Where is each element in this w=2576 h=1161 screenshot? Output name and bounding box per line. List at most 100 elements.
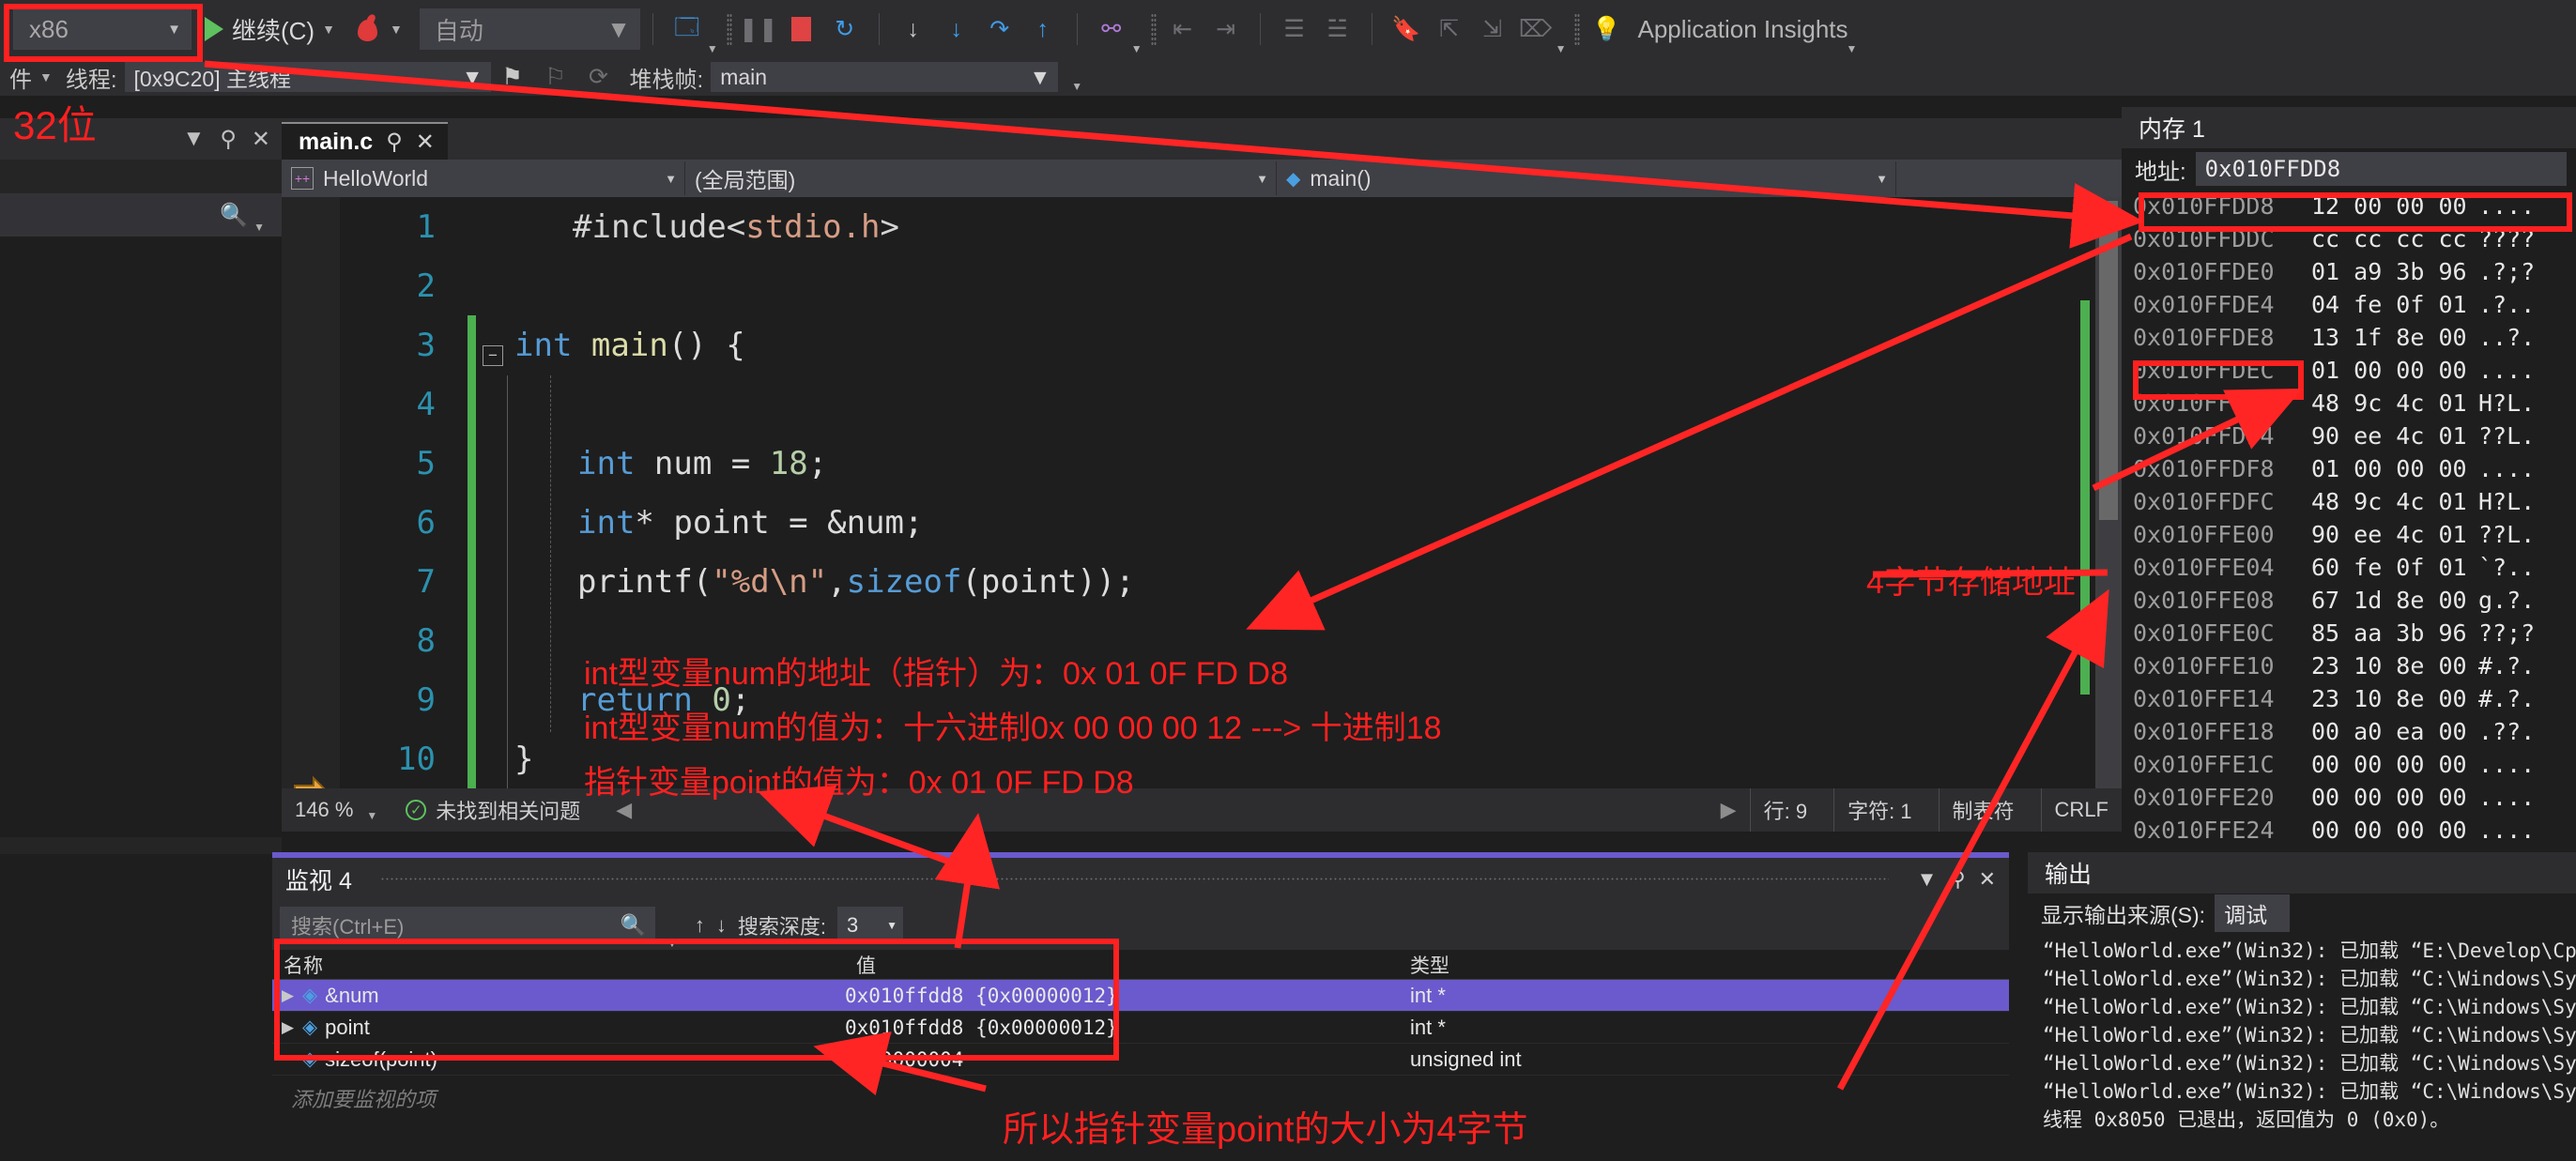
toolbar-drag-handle[interactable]	[726, 13, 732, 45]
auto-config-selector[interactable]: 自动 ▼	[419, 8, 640, 50]
toolbar-drag-handle[interactable]	[1150, 13, 1157, 45]
prev-bookmark-icon[interactable]: ⇱	[1434, 13, 1465, 45]
lightbulb-icon[interactable]: 💡	[1590, 13, 1622, 45]
application-insights-dropdown-icon[interactable]: ▼	[1847, 42, 1858, 55]
scrollbar-thumb[interactable]	[2099, 201, 2118, 520]
memory-address-input[interactable]: 0x010FFDD8	[2195, 152, 2567, 186]
uncomment-icon[interactable]: ☱	[1322, 13, 1354, 45]
bookmark-icon[interactable]: 🔖	[1390, 13, 1422, 45]
close-icon[interactable]: ✕	[252, 126, 270, 153]
left-panel-search[interactable]: 🔍 ▼	[0, 193, 282, 237]
memory-row[interactable]: 0x010FFE10 23 10 8e 00 #.?.	[2133, 649, 2576, 682]
project-scope-selector[interactable]: ++ HelloWorld ▼	[282, 161, 685, 195]
watch-row-type: unsigned int	[1410, 1046, 1522, 1071]
code-line[interactable]: 4	[282, 374, 2122, 434]
parallel-stacks-icon[interactable]: ⚐	[540, 61, 572, 93]
step-into-icon[interactable]: ↓	[941, 13, 973, 45]
stackframe-selector[interactable]: main ▼	[711, 62, 1059, 92]
function-scope-selector[interactable]: ◆ main() ▼	[1277, 161, 1896, 195]
parallel-watch-icon[interactable]: ⟳	[583, 61, 615, 93]
indent-decrease-icon[interactable]: ⇤	[1167, 13, 1199, 45]
pin-icon[interactable]: ⚲	[1950, 867, 1965, 892]
memory-row[interactable]: 0x010FFE18 00 a0 ea 00.??.	[2133, 715, 2576, 748]
save-all-icon[interactable]: 🗔	[671, 13, 703, 45]
pin-icon[interactable]: ⚲	[220, 126, 237, 153]
memory-row[interactable]: 0x010FFE14 23 10 8e 00 #.?.	[2133, 682, 2576, 715]
memory-row-hex: 23 10 8e 00	[2311, 685, 2467, 712]
next-bookmark-icon[interactable]: ⇲	[1477, 13, 1509, 45]
debug-toolbar: x86 ▼ 继续(C) ▼ ▼ 自动 ▼ 🗔 ▼ ❚❚ ↻ ↓ ↓ ↷ ↑ ⚯ …	[0, 0, 2576, 58]
restart-icon[interactable]: ↻	[829, 13, 861, 45]
column-header-type[interactable]: 类型	[1399, 950, 2009, 979]
code-line[interactable]: 7 printf("%d\n",sizeof(point));	[282, 552, 2122, 611]
memory-rows[interactable]: 0x010FFDD8 12 00 00 00.... 0x010FFDDC cc cc…	[2122, 190, 2576, 847]
code-surface[interactable]: − 1 #include<stdio.h> 2 3 int main() {4…	[282, 197, 2122, 788]
continue-button-label[interactable]: 继续(C)	[232, 12, 314, 47]
close-icon[interactable]: ✕	[1979, 867, 1996, 892]
chevron-down-icon[interactable]: ▼	[183, 126, 206, 152]
code-line[interactable]: 5 int num = 18;	[282, 434, 2122, 493]
stop-icon[interactable]	[786, 13, 818, 45]
toolbar-drag-handle[interactable]	[1574, 13, 1581, 45]
toolbar-overflow-icon[interactable]: ▼	[1071, 80, 1082, 93]
scroll-right-icon[interactable]: ▶	[1721, 798, 1737, 822]
global-scope-selector[interactable]: (全局范围) ▼	[685, 161, 1277, 195]
indent-increase-icon[interactable]: ⇥	[1210, 13, 1242, 45]
memory-row[interactable]: 0x010FFDF8 01 00 00 00....	[2133, 452, 2576, 485]
memory-row[interactable]: 0x010FFDE8 13 1f 8e 00..?.	[2133, 321, 2576, 354]
search-next-icon[interactable]: ↓	[716, 913, 727, 938]
code-line[interactable]: 3 int main() {	[282, 315, 2122, 374]
search-icon[interactable]: 🔍	[621, 913, 646, 938]
memory-row[interactable]: 0x010FFE24 00 00 00 00....	[2133, 814, 2576, 847]
memory-row[interactable]: 0x010FFDE4 04 fe 0f 01.?..	[2133, 288, 2576, 321]
panel-drag-handle[interactable]	[379, 877, 1889, 882]
code-line[interactable]: 2	[282, 256, 2122, 315]
memory-row-ascii: ..?.	[2478, 324, 2536, 351]
code-line[interactable]: 6 int* point = &num;	[282, 493, 2122, 552]
save-dropdown-icon[interactable]: ▼	[707, 42, 718, 55]
memory-row[interactable]: 0x010FFE1C 00 00 00 00....	[2133, 748, 2576, 781]
chevron-down-icon[interactable]: ▼	[1917, 867, 1938, 892]
chevron-down-icon: ▼	[665, 171, 677, 186]
memory-row[interactable]: 0x010FFE0C 85 aa 3b 96??;?	[2133, 617, 2576, 649]
application-insights-label[interactable]: Application Insights	[1637, 15, 1848, 44]
editor-vertical-scrollbar[interactable]	[2095, 197, 2122, 788]
threads-dropdown-icon[interactable]: ▼	[1131, 42, 1142, 55]
memory-row[interactable]: 0x010FFE04 60 fe 0f 01 `?..	[2133, 551, 2576, 584]
visual-studio-window: x86 ▼ 继续(C) ▼ ▼ 自动 ▼ 🗔 ▼ ❚❚ ↻ ↓ ↓ ↷ ↑ ⚯ …	[0, 0, 2576, 1161]
bookmark-dropdown-icon[interactable]: ▼	[1556, 42, 1567, 55]
continue-play-icon[interactable]	[205, 17, 223, 41]
code-line[interactable]: 1 #include<stdio.h>	[282, 197, 2122, 256]
continue-dropdown-icon[interactable]: ▼	[322, 22, 335, 37]
search-prev-icon[interactable]: ↑	[695, 913, 705, 938]
process-dropdown-icon[interactable]: ▼	[39, 69, 53, 84]
chevron-down-icon[interactable]: ▼	[253, 221, 265, 234]
memory-row[interactable]: 0x010FFDFC 48 9c 4c 01 H?L.	[2133, 485, 2576, 518]
step-over-icon[interactable]: ↷	[984, 13, 1016, 45]
step-out-icon[interactable]: ↑	[1027, 13, 1059, 45]
problems-indicator[interactable]: ✓ 未找到相关问题	[406, 795, 580, 825]
threads-icon[interactable]: ⚯	[1096, 13, 1127, 45]
memory-row[interactable]: 0x010FFDF4 90 ee 4c 01 ??L.	[2133, 420, 2576, 452]
pause-icon[interactable]: ❚❚	[739, 13, 778, 45]
zoom-selector[interactable]: 146 % ▼	[295, 798, 377, 822]
pin-icon[interactable]: ⚲	[386, 129, 403, 156]
flag-icon[interactable]: ⚑	[497, 61, 529, 93]
memory-row[interactable]: 0x010FFE00 90 ee 4c 01 ??L.	[2133, 518, 2576, 551]
close-icon[interactable]: ✕	[416, 129, 435, 156]
hot-reload-dropdown-icon[interactable]: ▼	[390, 22, 403, 37]
tab-main-c[interactable]: main.c ⚲ ✕	[282, 122, 448, 160]
memory-row[interactable]: 0x010FFE20 00 00 00 00....	[2133, 781, 2576, 814]
memory-row[interactable]: 0x010FFDE0 01 a9 3b 96.?;?	[2133, 255, 2576, 288]
clear-bookmark-icon[interactable]: ⌦	[1519, 13, 1552, 45]
hot-reload-icon[interactable]	[354, 14, 382, 44]
memory-row[interactable]: 0x010FFE08 67 1d 8e 00 g.?.	[2133, 584, 2576, 617]
output-source-selector[interactable]: 调试	[2215, 894, 2291, 932]
output-log-lines[interactable]: “HelloWorld.exe”(Win32): 已加载 “E:\Develop…	[2028, 933, 2576, 1134]
search-icon[interactable]: 🔍	[220, 202, 248, 229]
thread-selector[interactable]: [0x9C20] 主线程 ▼	[124, 62, 491, 92]
memory-row-address: 0x010FFDF4	[2133, 422, 2275, 450]
comment-icon[interactable]: ☰	[1279, 13, 1311, 45]
toolbar-divider	[1259, 13, 1261, 45]
show-next-statement-icon[interactable]: ↓	[897, 13, 929, 45]
